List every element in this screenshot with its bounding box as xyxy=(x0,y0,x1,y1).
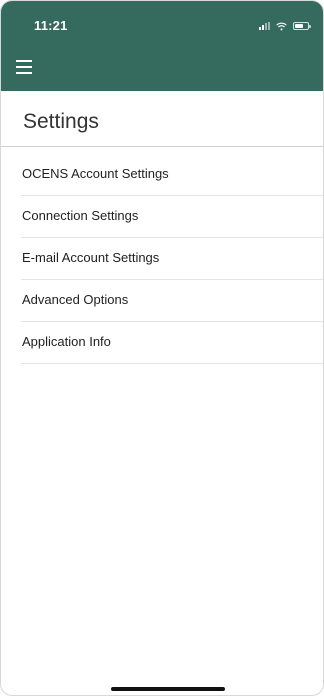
settings-item-application-info[interactable]: Application Info xyxy=(21,322,323,364)
status-time: 11:21 xyxy=(34,18,68,33)
menu-icon xyxy=(16,60,32,62)
settings-item-advanced-options[interactable]: Advanced Options xyxy=(21,280,323,322)
settings-item-ocens-account[interactable]: OCENS Account Settings xyxy=(21,154,323,196)
settings-item-label: E-mail Account Settings xyxy=(22,250,160,265)
page-title-bar: Settings xyxy=(1,93,323,147)
settings-item-label: Application Info xyxy=(22,334,111,349)
status-icons xyxy=(259,20,311,32)
page-title: Settings xyxy=(23,110,99,133)
wifi-icon xyxy=(276,22,287,30)
battery-icon xyxy=(293,22,311,30)
settings-item-email-account[interactable]: E-mail Account Settings xyxy=(21,238,323,280)
menu-button[interactable] xyxy=(11,55,37,79)
settings-item-connection[interactable]: Connection Settings xyxy=(21,196,323,238)
settings-item-label: Connection Settings xyxy=(22,208,139,223)
home-indicator[interactable] xyxy=(111,687,225,691)
status-bar: 11:21 xyxy=(1,1,323,45)
phone-screen: 11:21 Settings OCENS Account Settings Co… xyxy=(0,0,324,696)
signal-icon xyxy=(259,22,270,30)
settings-item-label: Advanced Options xyxy=(22,292,129,307)
app-header: 11:21 xyxy=(1,1,323,91)
settings-list: OCENS Account Settings Connection Settin… xyxy=(1,154,323,364)
settings-item-label: OCENS Account Settings xyxy=(22,166,169,181)
